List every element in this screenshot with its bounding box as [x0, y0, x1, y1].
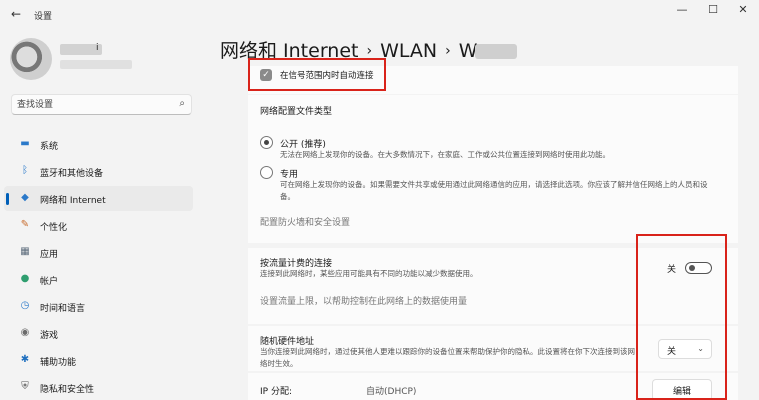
maximize-icon[interactable]: ☐ [699, 3, 727, 17]
search-icon[interactable]: ⌕ [179, 98, 185, 109]
chevron-down-icon: ⌄ [697, 344, 704, 353]
random-mac-value: 关 [667, 347, 677, 357]
auto-connect-label: 在信号范围内时自动连接 [280, 71, 374, 81]
sidebar-item-label: 系统 [40, 142, 59, 152]
sidebar-item-network[interactable]: ◆ 网络和 Internet [4, 186, 193, 211]
ip-assignment-value: 自动(DHCP) [366, 387, 417, 397]
search-box: ⌕ [11, 94, 192, 115]
sidebar-item-label: 应用 [40, 250, 59, 260]
metered-toggle[interactable] [685, 262, 712, 274]
metered-state-label: 关 [667, 265, 677, 275]
apps-icon: ▦ [20, 246, 30, 257]
person-icon: ● [20, 273, 30, 284]
avatar[interactable] [10, 38, 52, 80]
gamepad-icon: ◉ [20, 327, 30, 338]
title-bar: ← 设置 — ☐ ✕ [0, 0, 759, 28]
bluetooth-icon: ᛒ [22, 165, 28, 176]
sidebar-item-system[interactable]: ▬ 系统 [4, 132, 193, 157]
ip-assignment-card: IP 分配: 自动(DHCP) 编辑 [248, 373, 738, 400]
accessibility-icon: ✱ [20, 354, 30, 365]
metered-connection-card: 按流量计费的连接 连接到此网络时，某些应用可能具有不同的功能以减少数据使用。 关… [248, 248, 738, 324]
close-icon[interactable]: ✕ [729, 3, 757, 17]
sidebar-item-label: 帐户 [40, 277, 59, 287]
brush-icon: ✎ [20, 219, 30, 230]
globe-clock-icon: ◷ [20, 300, 30, 311]
user-email-blurred [60, 60, 132, 69]
data-limit-link[interactable]: 设置流量上限，以帮助控制在此网络上的数据使用量 [260, 294, 467, 307]
shield-icon: ⛨ [21, 381, 29, 392]
ip-assignment-label: IP 分配: [260, 387, 292, 397]
profile-type-title: 网络配置文件类型 [260, 107, 333, 117]
search-input[interactable] [17, 97, 167, 112]
sidebar-item-label: 个性化 [40, 223, 68, 233]
minimize-icon[interactable]: — [668, 3, 696, 17]
random-mac-dropdown[interactable]: 关 ⌄ [658, 339, 712, 359]
sidebar-item-label: 游戏 [40, 331, 59, 341]
sidebar-item-label: 网络和 Internet [40, 196, 106, 206]
private-radio[interactable] [260, 166, 273, 179]
user-name-suffix: i [96, 43, 99, 53]
random-mac-card: 随机硬件地址 当你连接到此网络时，通过使其他人更难以跟踪你的设备位置来帮助保护你… [248, 326, 738, 371]
breadcrumb-wlan[interactable]: WLAN [380, 40, 437, 62]
public-radio[interactable] [260, 136, 273, 149]
public-description: 无法在网络上发现你的设备。在大多数情况下，在家庭、工作或公共位置连接到网络时使用… [280, 150, 610, 159]
app-title: 设置 [34, 12, 53, 22]
sidebar-item-privacy[interactable]: ⛨ 隐私和安全性 [4, 375, 193, 400]
sidebar-item-accessibility[interactable]: ✱ 辅助功能 [4, 348, 193, 373]
auto-connect-checkbox[interactable]: ✓ [260, 69, 272, 81]
chevron-right-icon: › [366, 43, 373, 59]
edit-button[interactable]: 编辑 [652, 379, 712, 400]
private-description: 可在网络上发现你的设备。如果需要文件共享或使用通过此网络通信的应用，请选择此选项… [280, 180, 708, 201]
sidebar-item-bluetooth[interactable]: ᛒ 蓝牙和其他设备 [4, 159, 193, 184]
sidebar-item-apps[interactable]: ▦ 应用 [4, 240, 193, 265]
breadcrumb: 网络和 Internet › WLAN › W [220, 36, 517, 63]
sidebar-item-label: 辅助功能 [40, 358, 77, 368]
back-arrow-icon[interactable]: ← [8, 7, 24, 21]
sidebar-item-label: 时间和语言 [40, 304, 86, 314]
monitor-icon: ▬ [20, 138, 30, 149]
network-profile-card: 网络配置文件类型 公开 (推荐) 无法在网络上发现你的设备。在大多数情况下，在家… [248, 95, 738, 243]
wifi-icon: ◆ [21, 192, 29, 203]
active-indicator [6, 193, 9, 205]
sidebar-item-gaming[interactable]: ◉ 游戏 [4, 321, 193, 346]
breadcrumb-network[interactable]: 网络和 Internet [220, 40, 358, 62]
metered-description: 连接到此网络时，某些应用可能具有不同的功能以减少数据使用。 [260, 269, 478, 278]
chevron-right-icon: › [445, 43, 451, 59]
breadcrumb-blurred-name [474, 44, 517, 59]
sidebar-item-personalization[interactable]: ✎ 个性化 [4, 213, 193, 238]
settings-content: ✓ 在信号范围内时自动连接 网络配置文件类型 公开 (推荐) 无法在网络上发现你… [248, 66, 738, 400]
sidebar-item-label: 隐私和安全性 [40, 385, 95, 395]
sidebar-item-label: 蓝牙和其他设备 [40, 169, 104, 179]
sidebar-item-time-language[interactable]: ◷ 时间和语言 [4, 294, 193, 319]
auto-connect-card: ✓ 在信号范围内时自动连接 [248, 66, 738, 94]
sidebar-item-accounts[interactable]: ● 帐户 [4, 267, 193, 292]
random-mac-description: 当你连接到此网络时，通过使其他人更难以跟踪你的设备位置来帮助保护你的隐私。此设置… [260, 347, 635, 368]
firewall-settings-link[interactable]: 配置防火墙和安全设置 [260, 215, 350, 228]
